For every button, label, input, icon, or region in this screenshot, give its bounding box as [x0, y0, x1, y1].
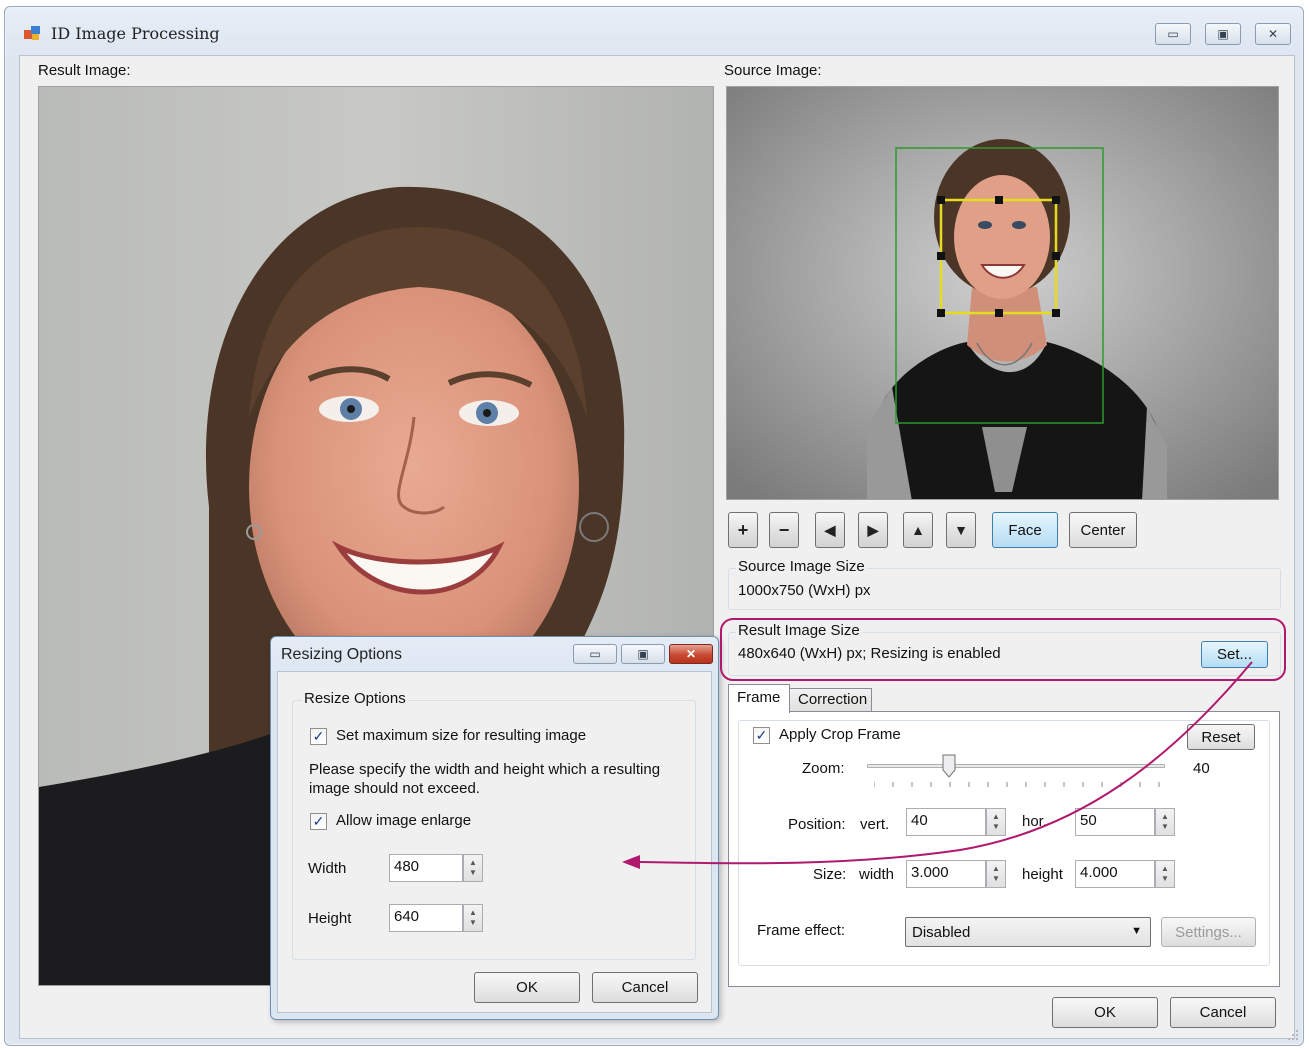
dialog-width-spinner[interactable]: ▲ ▼ — [463, 854, 483, 882]
spin-up-icon: ▲ — [469, 908, 477, 917]
source-size-value: 1000x750 (WxH) px — [738, 582, 871, 599]
frame-effect-select[interactable]: Disabled ▼ — [905, 917, 1151, 947]
dialog-minimize-button[interactable]: ▭ — [573, 644, 617, 664]
dialog-width-input[interactable]: 480 — [389, 854, 463, 882]
hor-label: hor. — [1022, 813, 1048, 830]
set-max-checkbox[interactable]: ✓ — [310, 728, 327, 745]
width-input[interactable]: 3.000 — [906, 860, 986, 888]
move-down-button[interactable]: ▼ — [946, 512, 976, 548]
dialog-close-button[interactable]: ✕ — [669, 644, 713, 664]
close-button[interactable]: ✕ — [1255, 23, 1291, 45]
plus-icon: + — [737, 519, 749, 540]
arrow-up-icon: ▲ — [911, 522, 925, 538]
dialog-ok-button[interactable]: OK — [474, 972, 580, 1003]
arrow-down-icon: ▼ — [954, 522, 968, 538]
spin-up-icon: ▲ — [992, 812, 1000, 821]
hor-input[interactable]: 50 — [1075, 808, 1155, 836]
zoom-label: Zoom: — [802, 760, 845, 777]
spin-down-icon: ▼ — [1161, 874, 1169, 883]
zoom-out-button[interactable]: − — [769, 512, 799, 548]
close-icon: ✕ — [1267, 27, 1279, 41]
hor-spinner[interactable]: ▲ ▼ — [1155, 808, 1175, 836]
dialog-title: Resizing Options — [281, 646, 402, 663]
tab-correction[interactable]: Correction — [790, 688, 872, 712]
zoom-slider-ticks — [874, 782, 1160, 787]
move-right-button[interactable]: ▶ — [858, 512, 888, 548]
close-icon: ✕ — [685, 647, 697, 661]
settings-button[interactable]: Settings... — [1161, 917, 1256, 947]
spin-down-icon: ▼ — [469, 868, 477, 877]
height-spinner[interactable]: ▲ ▼ — [1155, 860, 1175, 888]
dialog-height-label: Height — [308, 910, 352, 927]
height-label: height — [1022, 866, 1063, 883]
width-spinner[interactable]: ▲ ▼ — [986, 860, 1006, 888]
source-photo — [727, 87, 1278, 499]
position-label: Position: — [788, 816, 846, 833]
dialog-maximize-button[interactable]: ▣ — [621, 644, 665, 664]
spin-down-icon: ▼ — [1161, 822, 1169, 831]
resize-options-title: Resize Options — [302, 690, 408, 707]
vert-spinner[interactable]: ▲ ▼ — [986, 808, 1006, 836]
size-label: Size: — [813, 866, 847, 883]
dropdown-arrow-icon: ▼ — [1131, 925, 1142, 937]
spin-up-icon: ▲ — [1161, 864, 1169, 873]
set-max-label: Set maximum size for resulting image — [336, 727, 587, 744]
result-size-value: 480x640 (WxH) px; Resizing is enabled — [738, 645, 1001, 662]
window-title: ID Image Processing — [51, 24, 220, 43]
move-left-button[interactable]: ◀ — [815, 512, 845, 548]
spin-down-icon: ▼ — [992, 874, 1000, 883]
center-button[interactable]: Center — [1069, 512, 1137, 548]
dialog-description: Please specify the width and height whic… — [309, 761, 661, 797]
apply-crop-label: Apply Crop Frame — [779, 726, 901, 743]
vert-label: vert. — [860, 816, 890, 833]
cancel-button[interactable]: Cancel — [1170, 997, 1276, 1028]
arrow-right-icon: ▶ — [867, 521, 879, 538]
frame-effect-value: Disabled — [912, 924, 971, 941]
spin-down-icon: ▼ — [992, 822, 1000, 831]
source-image-label: Source Image: — [724, 62, 822, 79]
source-size-title: Source Image Size — [736, 558, 867, 575]
minimize-icon: ▭ — [1167, 27, 1179, 41]
allow-enlarge-label: Allow image enlarge — [336, 812, 472, 829]
ok-button[interactable]: OK — [1052, 997, 1158, 1028]
spin-up-icon: ▲ — [469, 858, 477, 867]
zoom-slider-track[interactable] — [867, 764, 1165, 768]
dialog-height-spinner[interactable]: ▲ ▼ — [463, 904, 483, 932]
result-image-label: Result Image: — [38, 62, 131, 79]
zoom-in-button[interactable]: + — [728, 512, 758, 548]
zoom-value: 40 — [1193, 760, 1210, 777]
dialog-height-input[interactable]: 640 — [389, 904, 463, 932]
arrow-left-icon: ◀ — [824, 521, 836, 538]
zoom-slider-thumb[interactable] — [942, 754, 956, 778]
width-label: width — [859, 866, 895, 883]
resize-grip-icon[interactable] — [1286, 1028, 1300, 1042]
move-up-button[interactable]: ▲ — [903, 512, 933, 548]
dialog-cancel-button[interactable]: Cancel — [592, 972, 698, 1003]
maximize-icon: ▣ — [1217, 27, 1229, 41]
app-icon — [24, 26, 40, 40]
minus-icon: − — [778, 519, 790, 540]
spin-down-icon: ▼ — [469, 918, 477, 927]
vert-input[interactable]: 40 — [906, 808, 986, 836]
dialog-client: Resize Options ✓ Set maximum size for re… — [277, 671, 712, 1013]
maximize-icon: ▣ — [637, 647, 649, 661]
minimize-button[interactable]: ▭ — [1155, 23, 1191, 45]
resizing-options-dialog: Resizing Options ▭ ▣ ✕ Resize Options ✓ … — [270, 636, 719, 1020]
set-size-button[interactable]: Set... — [1201, 641, 1268, 668]
reset-button[interactable]: Reset — [1187, 724, 1255, 750]
allow-enlarge-checkbox[interactable]: ✓ — [310, 813, 327, 830]
frame-effect-label: Frame effect: — [757, 922, 846, 939]
minimize-icon: ▭ — [589, 647, 601, 661]
apply-crop-checkbox[interactable]: ✓ — [753, 727, 770, 744]
maximize-button[interactable]: ▣ — [1205, 23, 1241, 45]
tab-frame[interactable]: Frame — [728, 684, 790, 713]
height-input[interactable]: 4.000 — [1075, 860, 1155, 888]
spin-up-icon: ▲ — [992, 864, 1000, 873]
spin-up-icon: ▲ — [1161, 812, 1169, 821]
result-size-title: Result Image Size — [736, 622, 862, 639]
dialog-width-label: Width — [308, 860, 347, 877]
source-image — [726, 86, 1279, 500]
face-button[interactable]: Face — [992, 512, 1058, 548]
